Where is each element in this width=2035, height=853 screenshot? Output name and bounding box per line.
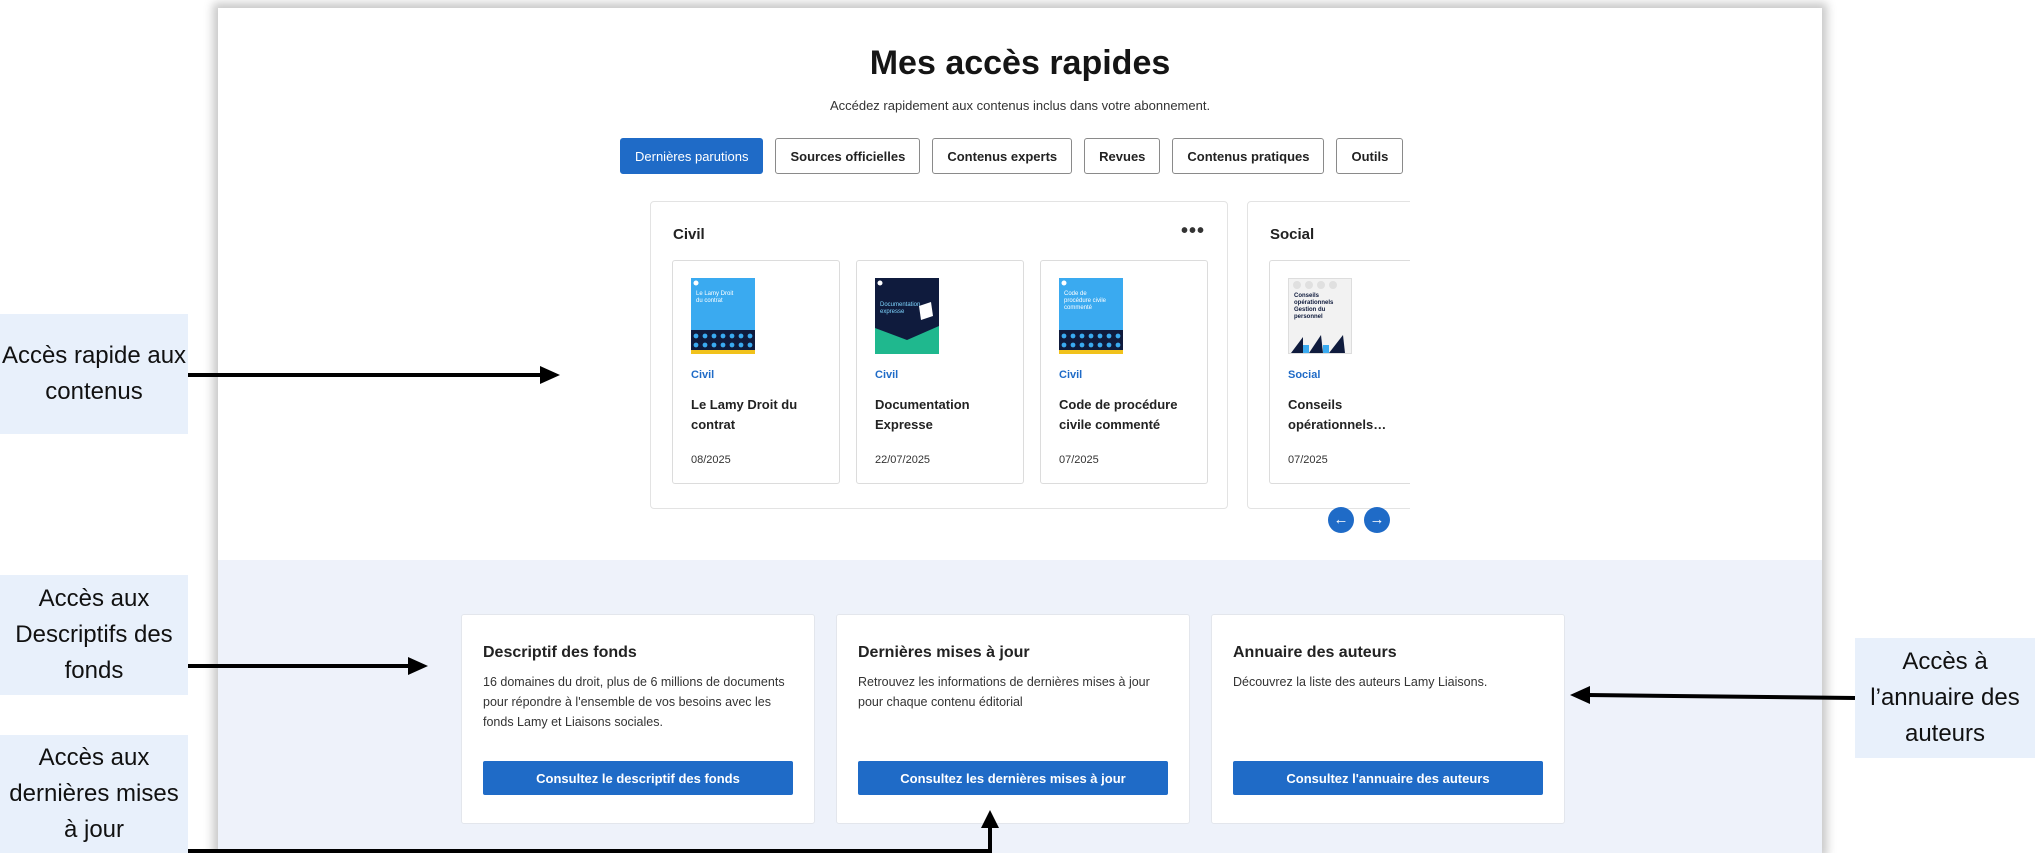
arrow-head-icon — [1570, 686, 1590, 704]
arrow-head-icon — [540, 366, 560, 384]
arrow-head-icon — [408, 657, 428, 675]
annotation-arrows — [188, 366, 1856, 853]
arrow-head-icon — [981, 810, 999, 828]
